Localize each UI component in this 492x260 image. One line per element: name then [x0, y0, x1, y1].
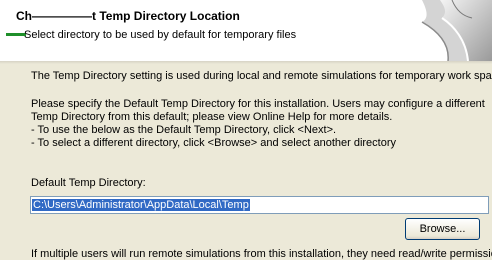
- temp-directory-input[interactable]: C:\Users\Administrator\AppData\Local\Tem…: [30, 196, 489, 214]
- page-subtitle: Select directory to be used by default f…: [24, 29, 297, 41]
- footer-note: If multiple users will run remote simula…: [31, 248, 492, 260]
- temp-directory-label: Default Temp Directory:: [31, 177, 146, 189]
- page-curl-icon: [421, 0, 492, 61]
- browse-button[interactable]: Browse...: [405, 218, 480, 240]
- temp-directory-value[interactable]: C:\Users\Administrator\AppData\Local\Tem…: [32, 199, 250, 211]
- wizard-header: Ch—————t Temp Directory Location Select …: [0, 0, 492, 62]
- page-title: Ch—————t Temp Directory Location: [16, 9, 240, 23]
- instructions-text: Please specify the Default Temp Director…: [31, 98, 487, 150]
- header-accent-mark: [6, 33, 26, 36]
- instruction-line: - To use the below as the Default Temp D…: [31, 124, 337, 136]
- instruction-line: Please specify the Default Temp Director…: [31, 98, 485, 123]
- instruction-line: - To select a different directory, click…: [31, 137, 397, 149]
- header-divider: [0, 61, 492, 64]
- intro-text: The Temp Directory setting is used durin…: [31, 70, 492, 82]
